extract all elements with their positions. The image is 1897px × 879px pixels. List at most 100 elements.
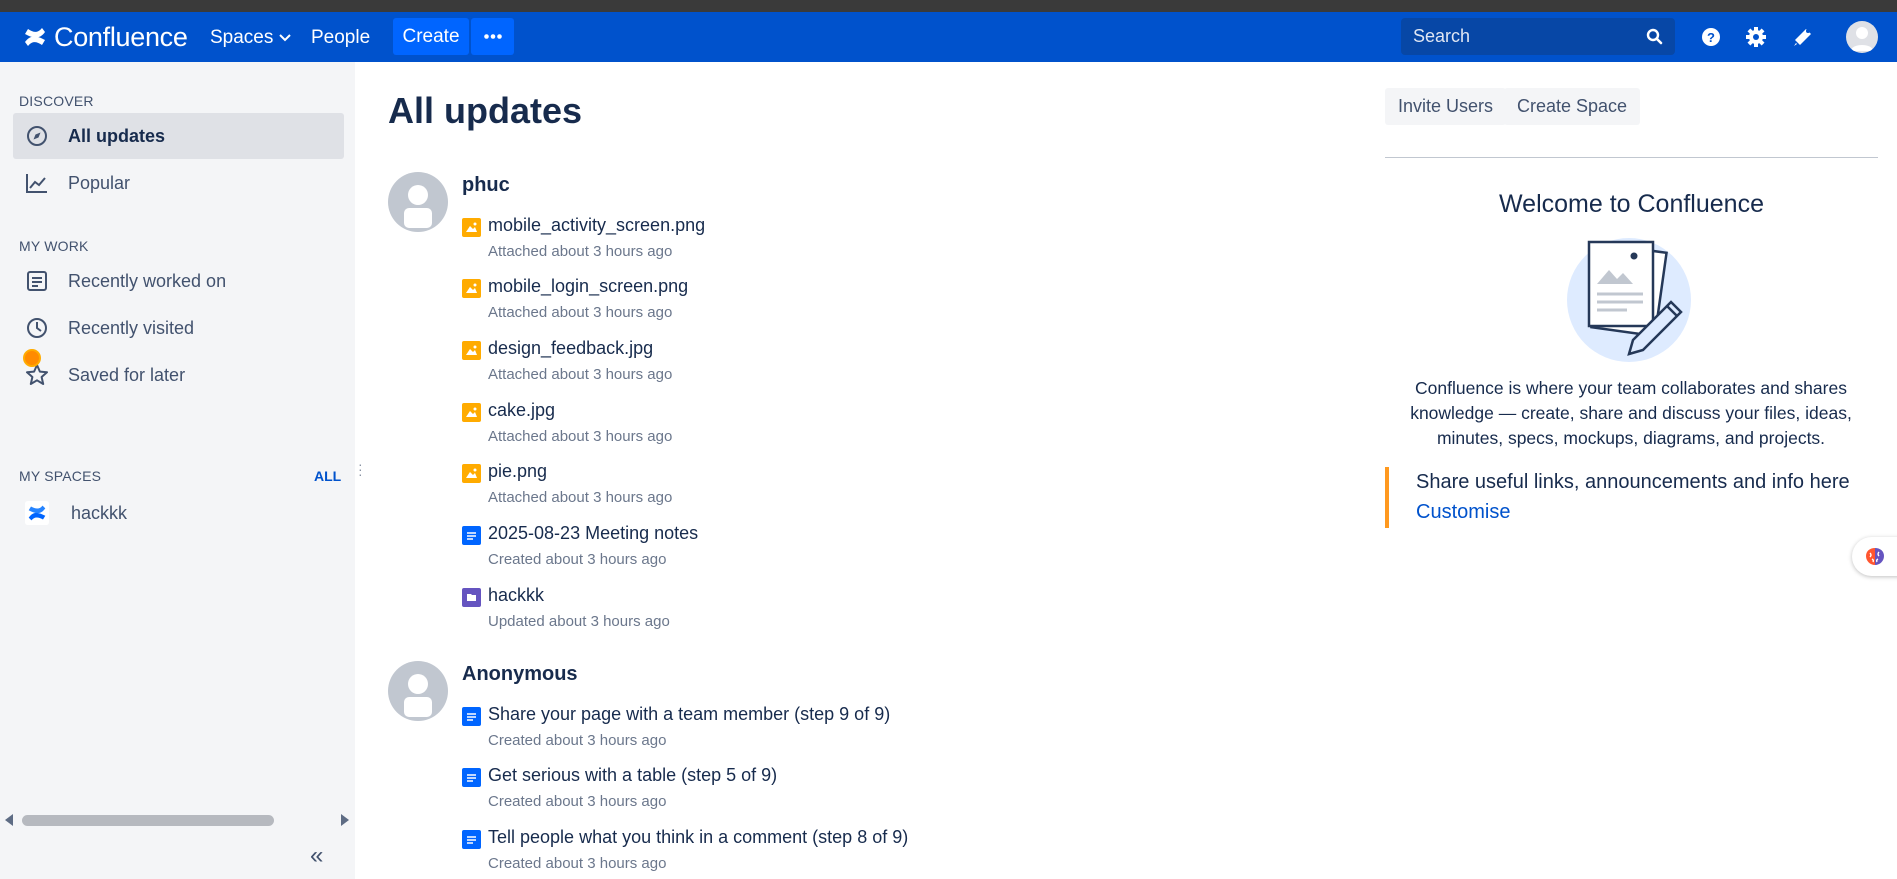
sidebar-space-label: hackkk <box>71 502 128 523</box>
space-logo-icon <box>25 501 49 525</box>
invite-users-button[interactable]: Invite Users <box>1385 88 1507 125</box>
image-file-icon <box>462 218 481 237</box>
logo-text: Confluence <box>54 21 188 52</box>
welcome-title: Welcome to Confluence <box>1499 190 1764 218</box>
chevron-down-icon <box>279 34 292 42</box>
divider <box>1385 157 1878 158</box>
documents-pencil-illustration <box>1567 238 1691 362</box>
image-file-icon <box>462 464 481 483</box>
sidebar-item-all-updates[interactable]: All updates <box>13 113 344 159</box>
create-button-label: Create <box>402 25 460 47</box>
confluence-logo-icon <box>25 28 45 46</box>
entry-meta: Created about 3 hours ago <box>488 551 667 568</box>
status-dot-icon <box>23 349 41 367</box>
help-icon[interactable]: ? <box>1698 24 1724 50</box>
default-avatar-icon <box>404 185 432 228</box>
user-avatar[interactable] <box>388 172 448 232</box>
sidebar-item-label: Popular <box>68 172 131 193</box>
user-avatar[interactable] <box>1846 21 1878 53</box>
create-space-button[interactable]: Create Space <box>1504 88 1641 125</box>
page-icon <box>462 830 481 849</box>
document-list-icon <box>25 269 49 293</box>
sidebar-item-label: Recently worked on <box>68 270 227 291</box>
welcome-description: Confluence is where your team collaborat… <box>1410 378 1852 448</box>
entry-title-link[interactable]: Share your page with a team member (step… <box>488 704 890 725</box>
trending-chart-icon <box>25 171 49 195</box>
entry-meta: Updated about 3 hours ago <box>488 613 670 630</box>
user-name[interactable]: phuc <box>462 174 510 197</box>
entry-title-link[interactable]: design_feedback.jpg <box>488 338 653 359</box>
my-spaces-all-link[interactable]: ALL <box>314 468 341 484</box>
more-create-options-button[interactable] <box>471 18 514 55</box>
announcement-panel: Share useful links, announcements and in… <box>1385 467 1878 528</box>
page-icon <box>462 707 481 726</box>
compass-icon <box>25 124 49 148</box>
nav-people[interactable]: People <box>311 25 370 51</box>
announcement-text: Share useful links, announcements and in… <box>1416 471 1850 493</box>
entry-title-link[interactable]: Get serious with a table (step 5 of 9) <box>488 765 777 786</box>
settings-gear-icon[interactable] <box>1743 24 1769 50</box>
sidebar-horizontal-scrollbar[interactable] <box>0 808 355 832</box>
entry-title-link[interactable]: mobile_login_screen.png <box>488 276 688 297</box>
sidebar-space-hackkk[interactable]: hackkk <box>13 490 344 536</box>
sidebar-item-popular[interactable]: Popular <box>13 160 344 206</box>
entry-meta: Attached about 3 hours ago <box>488 243 673 260</box>
sidebar-item-label: Recently visited <box>68 317 195 338</box>
page-icon <box>462 526 481 545</box>
entry-meta: Attached about 3 hours ago <box>488 489 673 506</box>
search-box[interactable] <box>1401 18 1675 55</box>
invite-users-label: Invite Users <box>1398 96 1494 116</box>
sidebar-item-label: Saved for later <box>68 364 186 385</box>
customise-link[interactable]: Customise <box>1416 501 1510 524</box>
sidebar-section-discover: DISCOVER <box>19 93 94 109</box>
sidebar-item-saved-for-later[interactable]: Saved for later <box>13 352 344 398</box>
notifications-megaphone-icon[interactable] <box>1790 24 1816 50</box>
scrollbar-thumb[interactable] <box>22 815 274 826</box>
svg-text:?: ? <box>1707 30 1715 45</box>
sidebar-item-recently-visited[interactable]: Recently visited <box>13 305 344 351</box>
search-icon[interactable] <box>1646 28 1663 45</box>
entry-title-link[interactable]: 2025-08-23 Meeting notes <box>488 523 698 544</box>
sidebar-resize-handle[interactable]: · · · <box>358 457 363 481</box>
entry-title-link[interactable]: pie.png <box>488 461 547 482</box>
scroll-right-arrow-icon[interactable] <box>341 814 349 826</box>
confluence-logo[interactable]: Confluence <box>22 22 188 52</box>
image-file-icon <box>462 279 481 298</box>
sidebar-section-my-work: MY WORK <box>19 238 89 254</box>
more-dots-icon <box>483 34 502 39</box>
scroll-left-arrow-icon[interactable] <box>5 814 13 826</box>
page-icon <box>462 768 481 787</box>
entry-title-link[interactable]: hackkk <box>488 585 544 606</box>
user-avatar[interactable] <box>388 661 448 721</box>
image-file-icon <box>462 403 481 422</box>
entry-meta: Created about 3 hours ago <box>488 793 667 810</box>
entry-meta: Attached about 3 hours ago <box>488 366 673 383</box>
default-avatar-icon <box>404 674 432 717</box>
sidebar-section-my-spaces: MY SPACES <box>19 468 102 484</box>
space-folder-icon <box>462 588 481 607</box>
default-avatar-icon <box>1851 27 1873 51</box>
entry-meta: Created about 3 hours ago <box>488 855 667 872</box>
entry-meta: Created about 3 hours ago <box>488 732 667 749</box>
entry-meta: Attached about 3 hours ago <box>488 428 673 445</box>
search-input[interactable] <box>1413 26 1633 47</box>
floating-assistant-tab[interactable] <box>1852 537 1897 576</box>
page-title: All updates <box>388 90 583 131</box>
user-name[interactable]: Anonymous <box>462 663 578 686</box>
image-file-icon <box>462 341 481 360</box>
nav-spaces-label: Spaces <box>210 27 274 48</box>
nav-people-label: People <box>311 27 371 48</box>
entry-title-link[interactable]: cake.jpg <box>488 400 555 421</box>
entry-title-link[interactable]: mobile_activity_screen.png <box>488 215 705 236</box>
create-button[interactable]: Create <box>393 18 469 55</box>
window-top-strip <box>0 0 1897 12</box>
clock-icon <box>25 316 49 340</box>
sidebar-item-label: All updates <box>68 125 166 146</box>
sidebar-item-recently-worked-on[interactable]: Recently worked on <box>13 258 344 304</box>
top-navigation-bar: Confluence Spaces People Create ? <box>0 12 1897 62</box>
nav-spaces-dropdown[interactable]: Spaces <box>210 25 292 51</box>
entry-meta: Attached about 3 hours ago <box>488 304 673 321</box>
create-space-label: Create Space <box>1517 96 1628 116</box>
entry-title-link[interactable]: Tell people what you think in a comment … <box>488 827 908 848</box>
collapse-sidebar-icon[interactable]: « <box>310 842 323 870</box>
